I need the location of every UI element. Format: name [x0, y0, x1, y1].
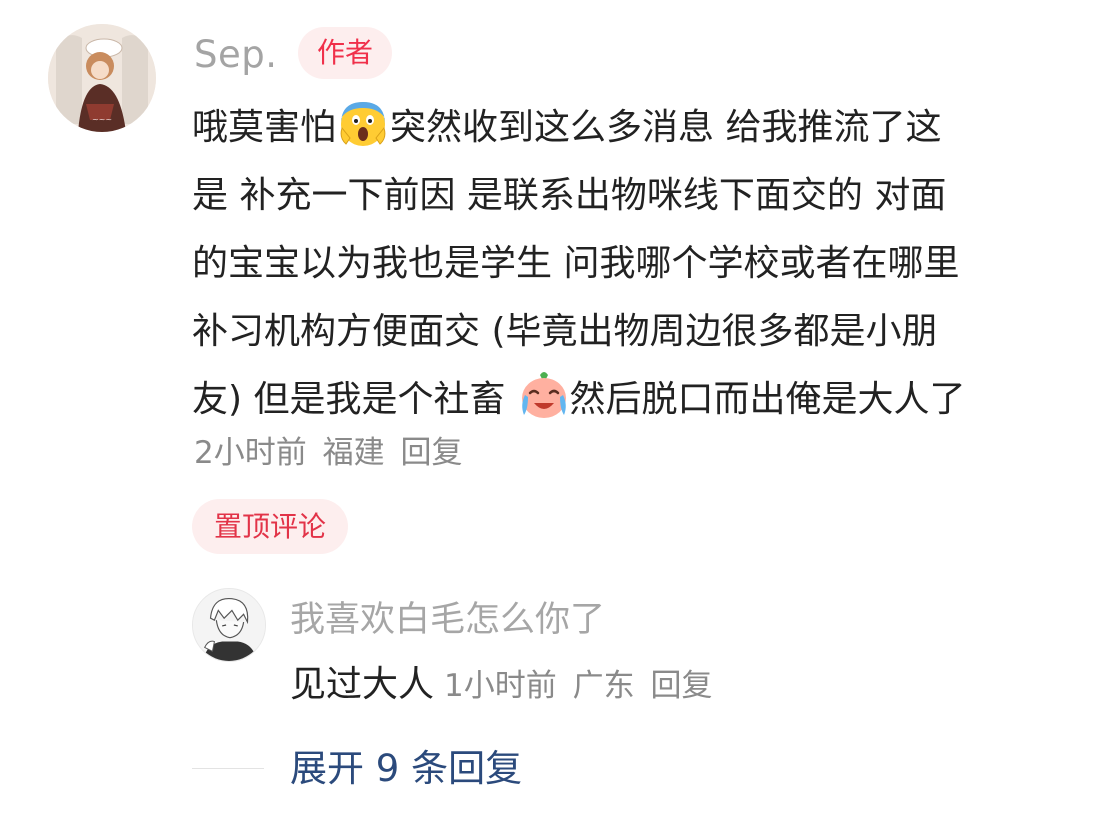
author-avatar-image: ~~~: [48, 24, 156, 132]
reply-location: 广东: [572, 668, 635, 704]
comment-time: 2小时前: [194, 435, 307, 471]
comment-line-text: 然后脱口而出俺是大人了: [569, 379, 966, 420]
expand-replies-button[interactable]: 展开 9 条回复: [290, 745, 522, 793]
comment-line: 友) 但是我是个社畜 然后脱口而出俺是大人了: [192, 366, 1087, 434]
expand-divider: [192, 768, 264, 769]
comment-line: 的宝宝以为我也是学生 问我哪个学校或者在哪里: [192, 243, 960, 284]
comment-meta: 2小时前 福建 回复: [194, 430, 468, 476]
crying-face-emoji-icon: [518, 369, 570, 421]
reply-meta: 1小时前 广东 回复: [444, 668, 718, 704]
reply-username[interactable]: 我喜欢白毛怎么你了: [290, 596, 605, 644]
reply-time: 1小时前: [444, 668, 557, 704]
svg-text:~~~: ~~~: [92, 115, 112, 124]
comment-line-text: 突然收到这么多消息 给我推流了这: [390, 107, 942, 148]
comment-location: 福建: [322, 435, 385, 471]
author-avatar[interactable]: ~~~: [48, 24, 156, 132]
author-badge: 作者: [298, 27, 392, 79]
reply-button[interactable]: 回复: [400, 435, 462, 471]
reply-reply-button[interactable]: 回复: [650, 668, 712, 704]
comment-line-text: 友) 但是我是个社畜: [192, 379, 506, 420]
reply-text: 见过大人: [290, 664, 435, 705]
comment-line-text: 哦莫害怕: [192, 107, 337, 148]
comment-line: 补习机构方便面交 (毕竟出物周边很多都是小朋: [192, 311, 938, 352]
reply-user-avatar-image: [193, 589, 265, 661]
comment-line: 是 补充一下前因 是联系出物咪线下面交的 对面: [192, 175, 947, 216]
scream-emoji-icon: [338, 98, 388, 148]
pinned-comment-tag: 置顶评论: [192, 499, 348, 554]
comment-line: 哦莫害怕 突然收到这么多消息 给我推流了这: [192, 94, 1087, 162]
reply-user-avatar[interactable]: [192, 588, 266, 662]
author-name[interactable]: Sep.: [194, 30, 278, 80]
reply-content: 见过大人 1小时前 广东 回复: [290, 661, 718, 710]
comment-text: 哦莫害怕 突然收到这么多消息 给我推流了这 是 补充一下前因 是联系出物咪线下面…: [192, 94, 1087, 434]
